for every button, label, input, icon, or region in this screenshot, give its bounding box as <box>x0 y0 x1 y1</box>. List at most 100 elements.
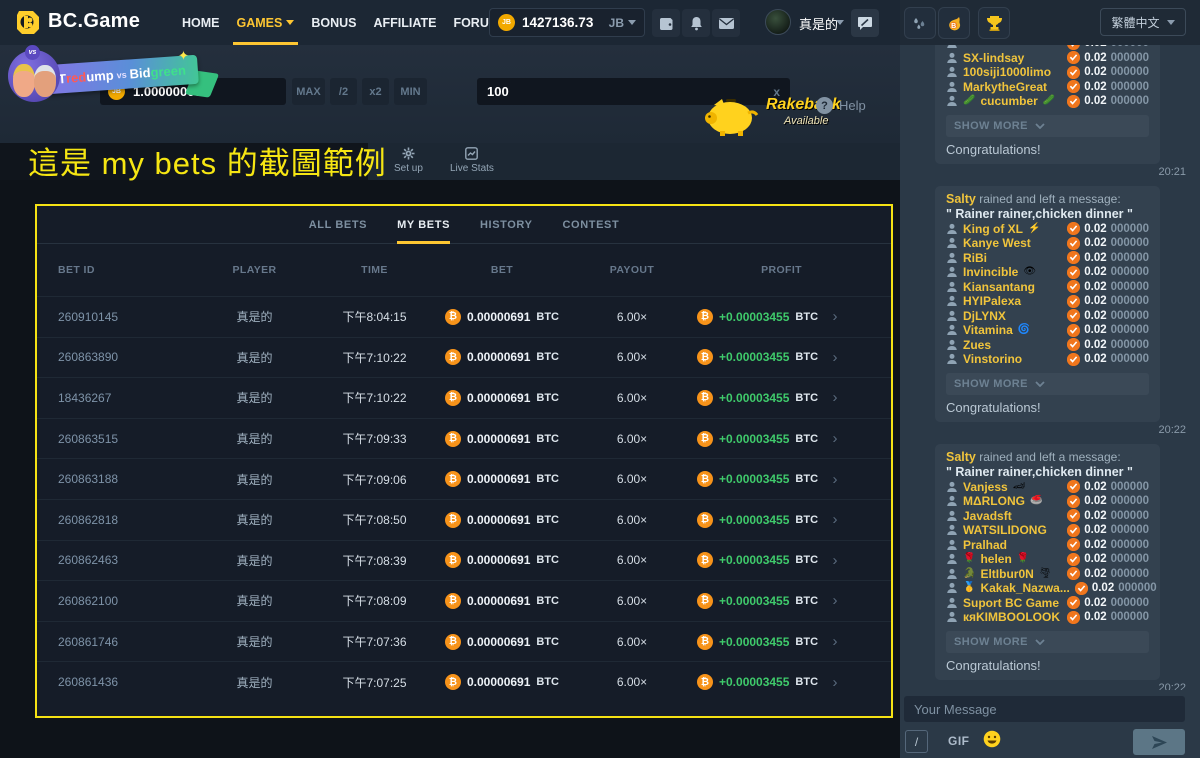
row-chevron-icon[interactable]: › <box>818 674 852 691</box>
winner-name[interactable]: EltIbur0N <box>980 567 1033 581</box>
help-button[interactable]: ? Help <box>816 97 866 114</box>
row-chevron-icon[interactable]: › <box>818 389 852 406</box>
winner-name[interactable]: Vanjess <box>963 480 1008 494</box>
show-more-button[interactable]: SHOW MORE <box>946 115 1149 137</box>
table-row[interactable]: 260910145真是的下午8:04:15₿0.00000691BTC6.00×… <box>37 296 891 337</box>
live-stats-button[interactable]: Live Stats <box>450 147 494 174</box>
chevron-down-icon <box>1035 381 1045 387</box>
person-icon <box>946 568 958 580</box>
chat-toggle-button[interactable] <box>851 9 879 37</box>
half-button[interactable]: /2 <box>330 78 357 105</box>
message-timestamp: 20:22 <box>935 424 1186 438</box>
winner-row: King of XL⚡0.02000000 <box>946 222 1149 237</box>
rain-sender[interactable]: Salty <box>946 450 976 464</box>
row-chevron-icon[interactable]: › <box>818 511 852 528</box>
winner-amount: 0.02000000 <box>1067 596 1149 609</box>
jb-coin-icon: JB <box>498 14 515 31</box>
winner-name[interactable]: кяKIMBOOLOOK <box>963 610 1060 624</box>
user-menu-chevron-icon[interactable] <box>836 20 844 25</box>
rain-button[interactable] <box>904 7 936 39</box>
gif-button[interactable]: GIF <box>948 734 970 748</box>
token-coin-icon <box>1067 567 1080 580</box>
row-chevron-icon[interactable]: › <box>818 349 852 366</box>
profit-amount: +0.00003455 <box>719 675 789 689</box>
nav-item-bonus[interactable]: BONUS <box>311 0 356 45</box>
row-chevron-icon[interactable]: › <box>818 633 852 650</box>
nav-item-games[interactable]: GAMES <box>237 0 295 45</box>
winner-name[interactable]: Kanye West <box>963 236 1031 250</box>
winner-name[interactable]: Suport BC Game <box>963 596 1059 610</box>
table-row[interactable]: 260862100真是的下午7:08:09₿0.00000691BTC6.00×… <box>37 580 891 621</box>
nav-item-home[interactable]: HOME <box>182 0 220 45</box>
table-row[interactable]: 260863890真是的下午7:10:22₿0.00000691BTC6.00×… <box>37 337 891 378</box>
table-row[interactable]: 260862463真是的下午7:08:39₿0.00000691BTC6.00×… <box>37 540 891 581</box>
send-button[interactable] <box>1133 729 1185 755</box>
wallet-button[interactable] <box>652 9 680 37</box>
table-row[interactable]: 260862818真是的下午7:08:50₿0.00000691BTC6.00×… <box>37 499 891 540</box>
winner-name[interactable]: HYIPalexa <box>963 294 1021 308</box>
max-button[interactable]: MAX <box>292 78 325 105</box>
winner-row: MΔRLONG🥌0.02000000 <box>946 494 1149 509</box>
winner-row: Zues0.02000000 <box>946 338 1149 353</box>
nav-item-affiliate[interactable]: AFFILIATE <box>374 0 437 45</box>
table-row[interactable]: 18436267真是的下午7:10:22₿0.00000691BTC6.00×₿… <box>37 377 891 418</box>
winner-name[interactable]: SX-lindsay <box>963 51 1024 65</box>
table-row[interactable]: 260861746真是的下午7:07:36₿0.00000691BTC6.00×… <box>37 621 891 662</box>
trophy-icon <box>986 15 1003 31</box>
winner-name[interactable]: Kakak_Nazwa... <box>980 581 1069 595</box>
language-selector[interactable]: 繁體中文 <box>1100 8 1186 36</box>
table-row[interactable]: 260863515真是的下午7:09:33₿0.00000691BTC6.00×… <box>37 418 891 459</box>
notifications-button[interactable] <box>682 9 710 37</box>
balance-chip[interactable]: JB 1427136.73 JB <box>489 8 645 37</box>
tab-my-bets[interactable]: MY BETS <box>397 206 450 243</box>
bet-unit: BTC <box>536 514 559 526</box>
row-chevron-icon[interactable]: › <box>818 552 852 569</box>
winner-name[interactable]: MΔRLONG <box>963 494 1025 508</box>
winner-name[interactable]: MarkytheGreat <box>963 80 1047 94</box>
row-chevron-icon[interactable]: › <box>818 308 852 325</box>
messages-button[interactable] <box>712 9 740 37</box>
double-button[interactable]: x2 <box>362 78 389 105</box>
slash-command-button[interactable]: / <box>905 730 928 753</box>
tab-contest[interactable]: CONTEST <box>563 206 620 243</box>
show-more-button[interactable]: SHOW MORE <box>946 373 1149 395</box>
contest-button[interactable] <box>978 7 1010 39</box>
show-more-button[interactable]: SHOW MORE <box>946 631 1149 653</box>
setup-button[interactable]: Set up <box>394 147 423 174</box>
live-stats-icon <box>465 147 478 160</box>
winner-name[interactable]: Javadsft <box>963 509 1012 523</box>
winner-name[interactable]: RiBi <box>963 251 987 265</box>
avatar[interactable] <box>765 9 791 35</box>
amount-dim: 000000 <box>1111 568 1149 580</box>
winner-name[interactable]: cucumber <box>980 94 1037 108</box>
table-row[interactable]: 260861436真是的下午7:07:25₿0.00000691BTC6.00×… <box>37 661 891 702</box>
message-input[interactable] <box>904 696 1185 722</box>
winner-name[interactable]: Vinstorino <box>963 352 1022 366</box>
bcgame-logo-icon[interactable] <box>14 8 42 36</box>
brand-title[interactable]: BC.Game <box>48 10 140 33</box>
winner-name[interactable]: Kiansantang <box>963 280 1035 294</box>
winner-name[interactable]: helen <box>980 552 1011 566</box>
table-row[interactable]: 260863188真是的下午7:09:06₿0.00000691BTC6.00×… <box>37 458 891 499</box>
winner-name[interactable]: Zues <box>963 338 991 352</box>
rain-sender[interactable]: Salty <box>946 192 976 206</box>
tab-all-bets[interactable]: ALL BETS <box>309 206 367 243</box>
winner-name[interactable]: King of XL <box>963 222 1023 236</box>
emoji-button[interactable] <box>983 730 1001 748</box>
row-chevron-icon[interactable]: › <box>818 592 852 609</box>
winner-name[interactable]: Invincible <box>963 265 1018 279</box>
row-chevron-icon[interactable]: › <box>818 471 852 488</box>
tab-history[interactable]: HISTORY <box>480 206 533 243</box>
amount-dim: 000000 <box>1111 510 1149 522</box>
coin-drop-button[interactable]: B <box>938 7 970 39</box>
winner-name[interactable]: Pralhad <box>963 538 1007 552</box>
promo-banner[interactable]: TredumpvsBidgreen vs ✦ <box>6 46 216 108</box>
currency-selector[interactable]: JB <box>609 16 636 30</box>
row-chevron-icon[interactable]: › <box>818 430 852 447</box>
min-button[interactable]: MIN <box>394 78 427 105</box>
winner-name[interactable]: WATSILIDONG <box>963 523 1047 537</box>
winner-name[interactable]: Vitamina <box>963 323 1013 337</box>
winner-name[interactable]: 100siji1000limo <box>963 65 1051 79</box>
username[interactable]: 真是的 <box>799 14 838 33</box>
winner-name[interactable]: DjLYNX <box>963 309 1006 323</box>
